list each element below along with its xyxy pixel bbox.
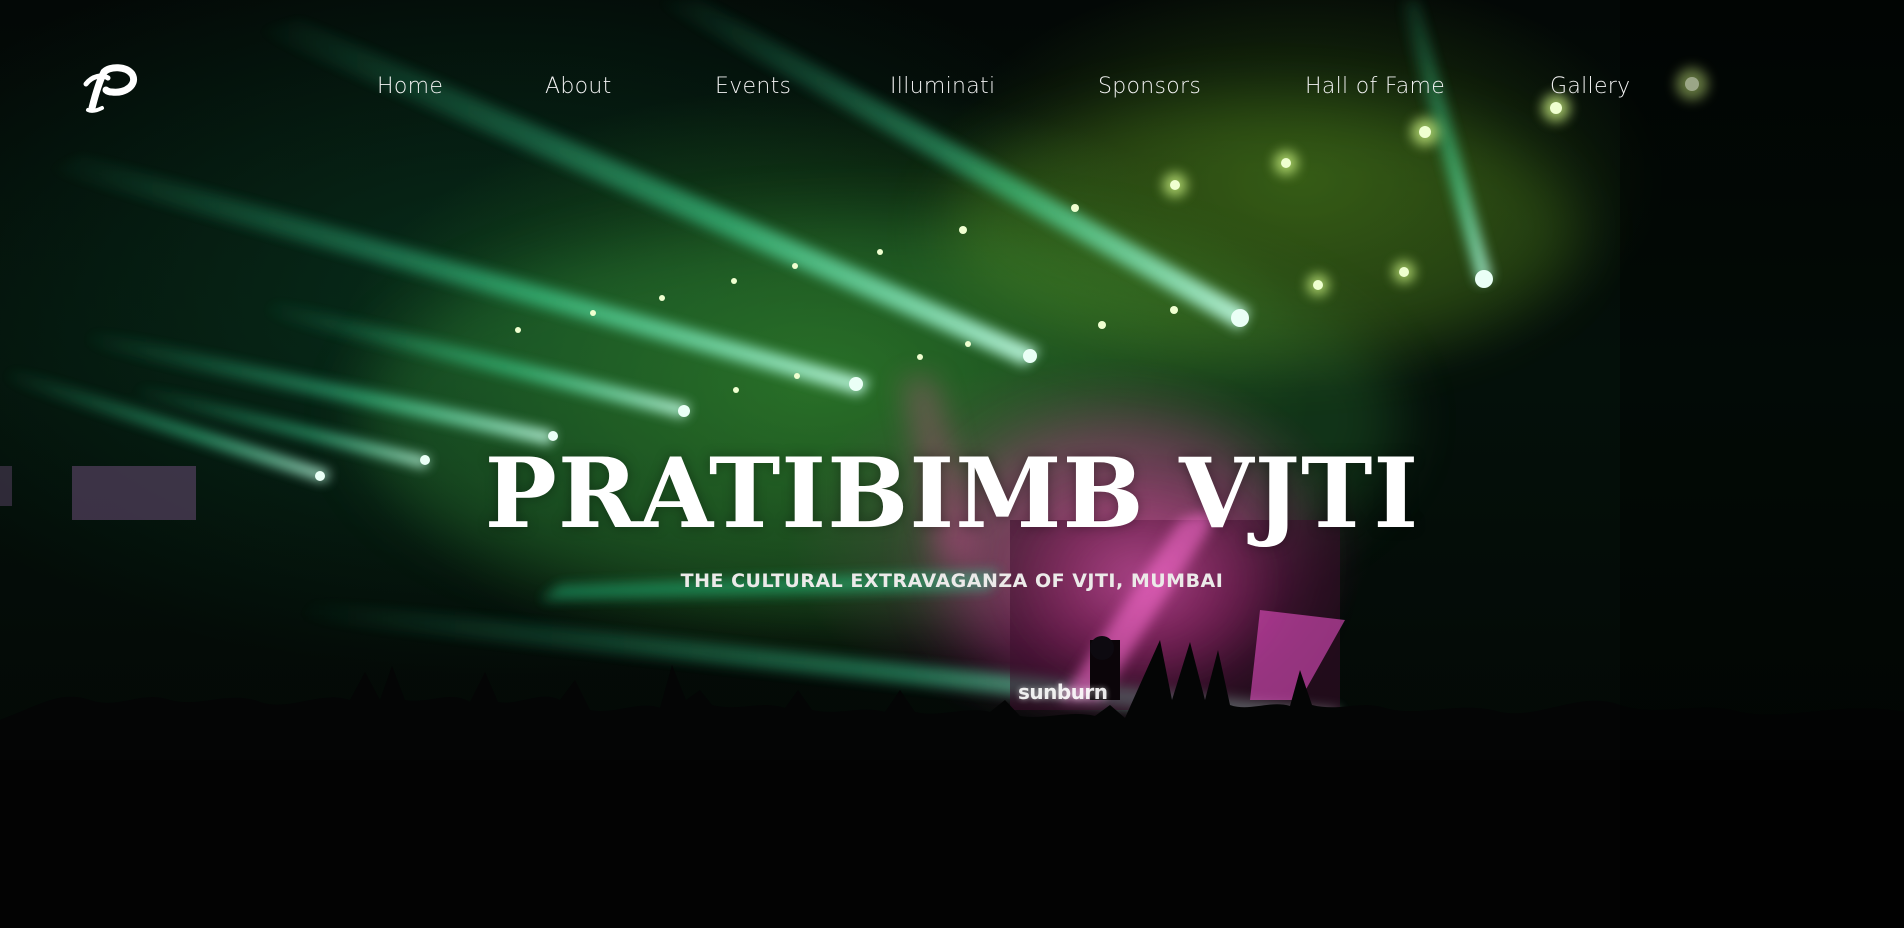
nav-events-link[interactable]: Events (715, 74, 791, 99)
nav-sponsors-link[interactable]: Sponsors (1098, 74, 1201, 99)
nav-illuminati-link[interactable]: Illuminati (890, 74, 995, 99)
nav-hall-of-fame-link[interactable]: Hall of Fame (1305, 74, 1445, 99)
nav-home-link[interactable]: Home (377, 74, 443, 99)
hero-subtitle: THE CULTURAL EXTRAVAGANZA OF VJTI, MUMBA… (680, 570, 1224, 592)
nav-gallery-link[interactable]: Gallery (1550, 74, 1630, 99)
nav-about-link[interactable]: About (545, 74, 612, 99)
hero-title: PRATIBIMB VJTI (484, 437, 1420, 550)
main-navigation: Home About Events Illuminati Sponsors Ha… (0, 74, 1904, 104)
stage-sign-text: sunburn (1018, 680, 1108, 704)
hero-section: Home About Events Illuminati Sponsors Ha… (0, 0, 1904, 928)
